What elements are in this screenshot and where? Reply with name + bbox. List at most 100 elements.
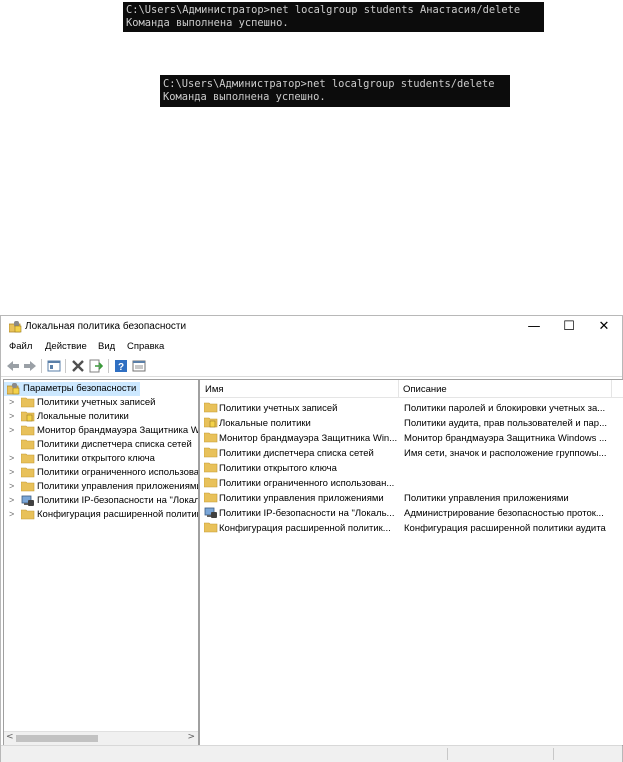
toolbar-separator bbox=[65, 359, 66, 373]
maximize-button[interactable]: ☐ bbox=[551, 316, 587, 338]
status-divider bbox=[447, 748, 448, 760]
tree-horizontal-scrollbar[interactable]: < > bbox=[4, 731, 198, 745]
ip-security-icon bbox=[21, 495, 35, 510]
column-header-name[interactable]: Имя bbox=[205, 384, 224, 395]
toolbar-separator bbox=[41, 359, 42, 373]
window-title: Локальная политика безопасности bbox=[25, 321, 187, 332]
local-policies-icon bbox=[20, 411, 35, 425]
console-tree: Параметры безопасности > Политики учетны… bbox=[3, 379, 199, 746]
list-item-name: Политики диспетчера списка сетей bbox=[219, 448, 374, 459]
scroll-right-icon[interactable]: > bbox=[187, 732, 195, 742]
list-item[interactable]: Монитор брандмауэра Защитника Win... Мон… bbox=[200, 431, 623, 446]
tree-item-label: Политики управления приложениями bbox=[37, 481, 199, 492]
local-policies-icon bbox=[203, 417, 218, 431]
list-item-name: Политики IP-безопасности на "Локаль... bbox=[219, 508, 395, 519]
status-bar bbox=[1, 745, 622, 762]
security-policy-app-icon bbox=[8, 321, 22, 336]
minimize-button[interactable]: — bbox=[516, 316, 552, 338]
details-list: Имя Описание Политики учетных записей По… bbox=[199, 379, 623, 746]
folder-icon bbox=[20, 439, 35, 453]
chevron-right-icon[interactable]: > bbox=[9, 397, 14, 407]
chevron-right-icon[interactable]: > bbox=[9, 453, 14, 463]
tree-item-label: Политики открытого ключа bbox=[37, 453, 155, 464]
list-item-description: Монитор брандмауэра Защитника Windows ..… bbox=[404, 433, 607, 444]
column-header-description[interactable]: Описание bbox=[403, 384, 447, 395]
folder-icon bbox=[203, 447, 218, 461]
toolbar: ? bbox=[1, 356, 622, 377]
console-result-line: Команда выполнена успешно. bbox=[163, 91, 326, 103]
forward-icon[interactable] bbox=[23, 359, 37, 373]
security-policy-window: Локальная политика безопасности — ☐ ✕ Фа… bbox=[0, 315, 623, 762]
menu-bar: Файл Действие Вид Справка bbox=[1, 338, 622, 354]
console-command-line: C:\Users\Администратор>net localgroup st… bbox=[163, 78, 495, 90]
tree-root-security-settings[interactable]: Параметры безопасности bbox=[4, 382, 140, 396]
chevron-right-icon[interactable]: > bbox=[9, 467, 14, 477]
list-item-description: Политики управления приложениями bbox=[404, 493, 569, 504]
status-divider bbox=[553, 748, 554, 760]
tree-item-label: Конфигурация расширенной политики аудита bbox=[37, 509, 198, 520]
chevron-right-icon[interactable]: > bbox=[9, 495, 14, 505]
list-item[interactable]: Локальные политики Политики аудита, прав… bbox=[200, 416, 623, 431]
folder-icon bbox=[203, 522, 218, 536]
list-item[interactable]: Конфигурация расширенной политик... Конф… bbox=[200, 521, 623, 536]
menu-help[interactable]: Справка bbox=[127, 341, 164, 352]
tree-root-label: Параметры безопасности bbox=[23, 383, 137, 394]
menu-action[interactable]: Действие bbox=[45, 341, 87, 352]
delete-icon[interactable] bbox=[71, 359, 85, 373]
scrollbar-thumb[interactable] bbox=[16, 735, 98, 742]
list-item-description: Конфигурация расширенной политики аудита bbox=[404, 523, 606, 534]
list-item[interactable]: Политики учетных записей Политики пароле… bbox=[200, 401, 623, 416]
folder-icon bbox=[203, 402, 218, 416]
list-item[interactable]: Политики управления приложениями Политик… bbox=[200, 491, 623, 506]
chevron-right-icon[interactable]: > bbox=[9, 481, 14, 491]
svg-text:?: ? bbox=[118, 362, 124, 373]
properties-icon[interactable] bbox=[132, 359, 146, 373]
back-icon[interactable] bbox=[6, 359, 20, 373]
folder-icon bbox=[20, 509, 35, 523]
folder-icon bbox=[203, 492, 218, 506]
list-item-name: Политики управления приложениями bbox=[219, 493, 384, 504]
console-command-line: C:\Users\Администратор>net localgroup st… bbox=[126, 4, 521, 16]
list-item-description: Политики паролей и блокировки учетных за… bbox=[404, 403, 606, 414]
folder-icon bbox=[203, 477, 218, 491]
title-bar[interactable]: Локальная политика безопасности — ☐ ✕ bbox=[1, 316, 622, 338]
scroll-left-icon[interactable]: < bbox=[6, 732, 14, 742]
folder-icon bbox=[203, 432, 218, 446]
folder-icon bbox=[20, 397, 35, 411]
column-divider[interactable] bbox=[611, 380, 612, 397]
list-item-description: Политики аудита, прав пользователей и па… bbox=[404, 418, 607, 429]
show-hide-tree-icon[interactable] bbox=[47, 359, 61, 373]
list-item-name: Конфигурация расширенной политик... bbox=[219, 523, 391, 534]
chevron-right-icon[interactable]: > bbox=[9, 425, 14, 435]
folder-icon bbox=[20, 453, 35, 467]
toolbar-separator bbox=[108, 359, 109, 373]
list-item-name: Монитор брандмауэра Защитника Win... bbox=[219, 433, 397, 444]
folder-icon bbox=[203, 462, 218, 476]
list-item[interactable]: Политики диспетчера списка сетей Имя сет… bbox=[200, 446, 623, 461]
export-list-icon[interactable] bbox=[89, 359, 104, 373]
folder-icon bbox=[20, 481, 35, 495]
chevron-right-icon[interactable]: > bbox=[9, 509, 14, 519]
tree-item-label: Политики учетных записей bbox=[37, 397, 156, 408]
help-icon[interactable]: ? bbox=[114, 359, 128, 373]
menu-file[interactable]: Файл bbox=[9, 341, 32, 352]
tree-item-label: Локальные политики bbox=[37, 411, 129, 422]
tree-item-label: Политики диспетчера списка сетей bbox=[37, 439, 192, 450]
list-item-description: Имя сети, значок и расположение группowы… bbox=[404, 448, 607, 459]
menu-view[interactable]: Вид bbox=[98, 341, 115, 352]
tree-item-label: Монитор брандмауэра Защитника Windows bbox=[37, 425, 199, 436]
list-item-name: Локальные политики bbox=[219, 418, 311, 429]
folder-icon bbox=[20, 467, 35, 481]
list-item[interactable]: Политики открытого ключа bbox=[200, 461, 623, 476]
list-item[interactable]: Политики ограниченного использован... bbox=[200, 476, 623, 491]
column-divider[interactable] bbox=[398, 380, 399, 397]
console-result-line: Команда выполнена успешно. bbox=[126, 17, 289, 29]
list-item-name: Политики ограниченного использован... bbox=[219, 478, 395, 489]
chevron-right-icon[interactable]: > bbox=[9, 411, 14, 421]
tree-item-label: Политики ограниченного использования про… bbox=[37, 467, 199, 478]
folder-icon bbox=[20, 425, 35, 439]
close-button[interactable]: ✕ bbox=[586, 316, 622, 338]
list-item-description: Администрирование безопасностью проток..… bbox=[404, 508, 604, 519]
list-item[interactable]: Политики IP-безопасности на "Локаль... А… bbox=[200, 506, 623, 521]
console-output-1: C:\Users\Администратор>net localgroup st… bbox=[123, 2, 544, 32]
